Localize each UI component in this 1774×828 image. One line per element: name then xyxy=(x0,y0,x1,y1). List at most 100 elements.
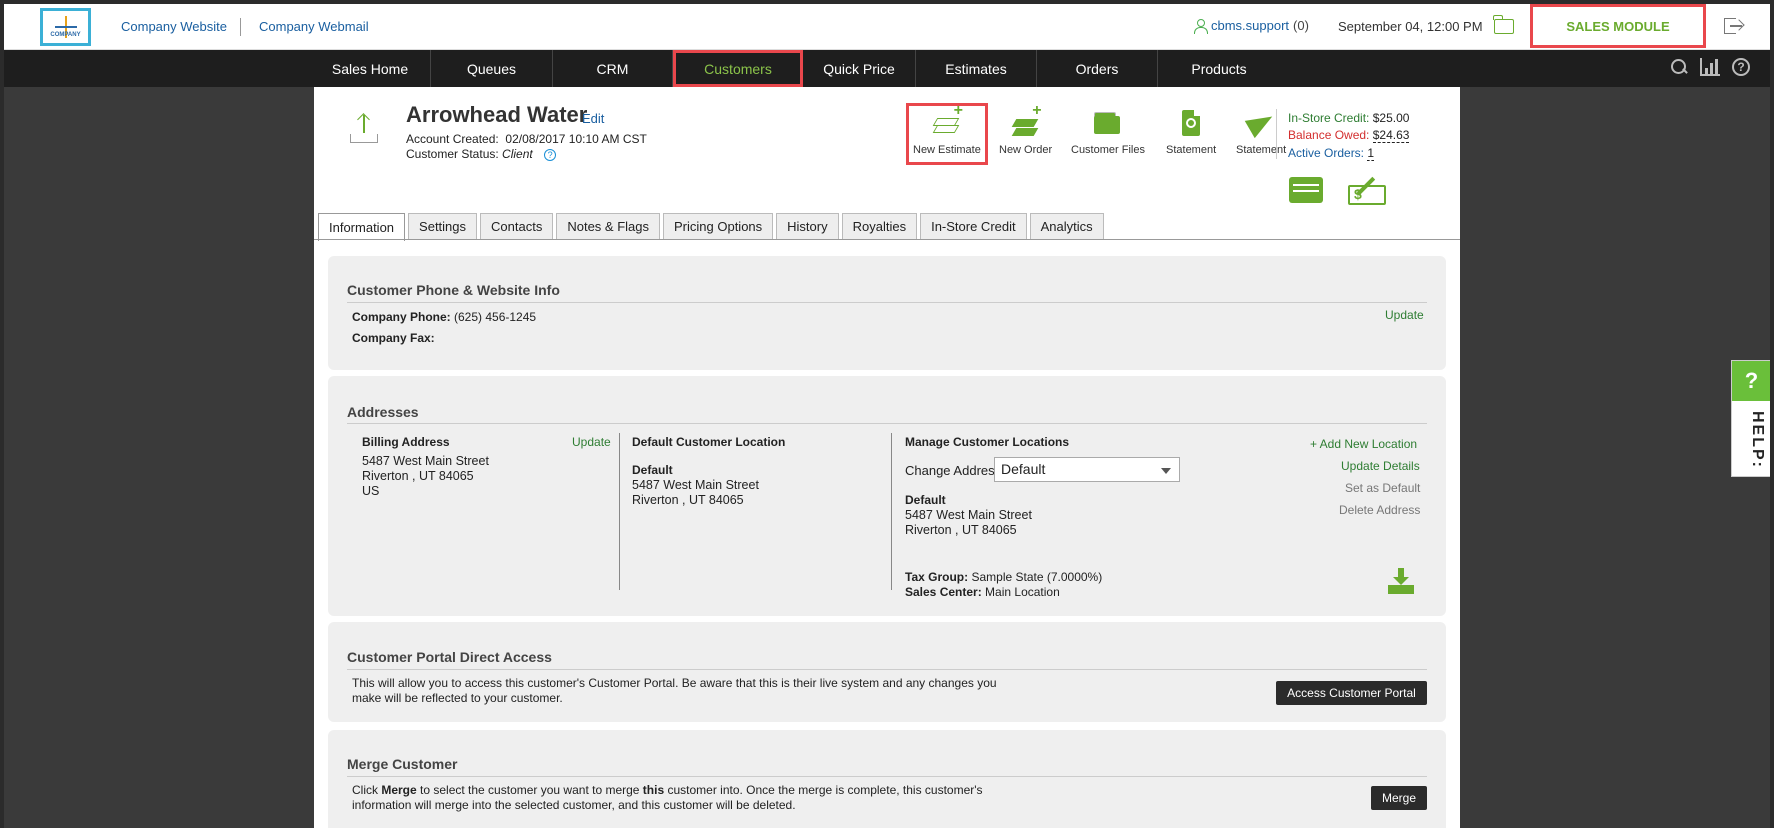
new-order-icon xyxy=(1011,102,1042,138)
customer-status-value: Client xyxy=(502,147,533,161)
change-address-select[interactable]: Default xyxy=(994,457,1180,482)
portal-text-line-1: This will allow you to access this custo… xyxy=(352,676,997,690)
manage-location-name: Default xyxy=(905,493,946,507)
instore-credit-label: In-Store Credit: xyxy=(1288,111,1370,125)
nav-crm[interactable]: CRM xyxy=(553,50,673,87)
billing-line-2: Riverton , UT 84065 xyxy=(362,469,474,483)
merge-customer-panel: Merge Customer Click Merge to select the… xyxy=(328,730,1446,828)
notification-count: (0) xyxy=(1293,18,1309,33)
customer-page: Arrowhead Water Edit Account Created: 02… xyxy=(314,87,1460,828)
info-icon[interactable]: ? xyxy=(544,148,557,161)
new-estimate-label: New Estimate xyxy=(913,144,981,156)
default-line-1: 5487 West Main Street xyxy=(632,478,759,492)
logout-icon[interactable] xyxy=(1724,18,1744,36)
new-order-label: New Order xyxy=(999,144,1053,156)
statement-pdf-button[interactable]: Statement xyxy=(1166,110,1216,156)
help-question-icon: ? xyxy=(1732,361,1770,401)
new-estimate-icon xyxy=(932,102,963,138)
user-menu[interactable]: cbms.support (0) xyxy=(1193,18,1309,34)
addresses-panel: Addresses Billing Address Update 5487 We… xyxy=(328,376,1446,616)
statement-send-label: Statement xyxy=(1236,144,1287,156)
company-fax-label: Company Fax: xyxy=(352,331,435,345)
tab-royalties[interactable]: Royalties xyxy=(841,213,918,239)
access-customer-portal-button[interactable]: Access Customer Portal xyxy=(1276,681,1427,705)
company-phone: Company Phone: (625) 456-1245 xyxy=(352,310,536,325)
top-bar: COMPANY Company Website Company Webmail … xyxy=(4,4,1770,50)
merge-button[interactable]: Merge xyxy=(1371,786,1427,810)
merge-text-line-2: information will merge into the selected… xyxy=(352,798,796,812)
instore-credit: In-Store Credit: $25.00 xyxy=(1288,111,1409,125)
customer-files-button[interactable]: Customer Files xyxy=(1071,110,1145,156)
nav-products[interactable]: Products xyxy=(1158,50,1280,87)
tax-group-label: Tax Group: xyxy=(905,570,969,584)
nav-quick-price[interactable]: Quick Price xyxy=(803,50,916,87)
company-webmail-link[interactable]: Company Webmail xyxy=(259,19,369,34)
set-default-link[interactable]: Set as Default xyxy=(1345,481,1420,495)
user-icon xyxy=(1193,18,1208,34)
manage-locations-title: Manage Customer Locations xyxy=(905,435,1070,449)
customer-name: Arrowhead Water xyxy=(406,102,588,127)
company-logo[interactable]: COMPANY xyxy=(40,8,91,46)
account-created: Account Created: 02/08/2017 10:10 AM CST xyxy=(406,132,647,146)
credit-card-icon[interactable] xyxy=(1289,177,1323,203)
company-website-link[interactable]: Company Website xyxy=(121,19,227,34)
analytics-chart-icon[interactable] xyxy=(1700,58,1720,76)
upload-icon[interactable] xyxy=(350,113,378,143)
username: cbms.support xyxy=(1211,18,1290,33)
divider xyxy=(347,302,1427,303)
update-details-link[interactable]: Update Details xyxy=(1341,459,1420,473)
default-line-2: Riverton , UT 84065 xyxy=(632,493,744,507)
billing-line-1: 5487 West Main Street xyxy=(362,454,489,468)
statement-send-button[interactable]: Statement xyxy=(1236,107,1287,156)
manage-line-1: 5487 West Main Street xyxy=(905,508,1032,522)
nav-customers[interactable]: Customers xyxy=(673,50,803,87)
folder-icon[interactable] xyxy=(1493,15,1514,34)
account-created-value: 02/08/2017 10:10 AM CST xyxy=(505,132,647,146)
new-estimate-button[interactable]: New Estimate xyxy=(906,102,988,165)
panel-title: Merge Customer xyxy=(347,756,458,772)
help-circle-icon[interactable]: ? xyxy=(1732,58,1750,76)
new-order-button[interactable]: New Order xyxy=(999,102,1053,156)
instore-credit-value: $25.00 xyxy=(1372,111,1410,125)
active-orders-label: Active Orders: xyxy=(1288,146,1365,160)
change-address-value: Default xyxy=(1001,461,1046,477)
balance-owed-value[interactable]: $24.63 xyxy=(1372,128,1410,143)
nav-sales-home[interactable]: Sales Home xyxy=(310,50,431,87)
active-orders-value[interactable]: 1 xyxy=(1367,146,1375,161)
tab-pricing-options[interactable]: Pricing Options xyxy=(663,213,774,239)
nav-queues[interactable]: Queues xyxy=(431,50,553,87)
tab-notes-flags[interactable]: Notes & Flags xyxy=(556,213,660,239)
customer-files-label: Customer Files xyxy=(1071,144,1145,156)
tab-analytics[interactable]: Analytics xyxy=(1029,213,1104,239)
divider xyxy=(347,669,1427,670)
tab-information[interactable]: Information xyxy=(318,213,406,241)
sales-center-label: Sales Center: xyxy=(905,585,982,599)
default-location-name: Default xyxy=(632,463,673,477)
divider xyxy=(891,433,892,590)
update-phone-link[interactable]: Update xyxy=(1385,308,1424,322)
sales-module-button[interactable]: SALES MODULE xyxy=(1530,4,1706,48)
customer-portal-panel: Customer Portal Direct Access This will … xyxy=(328,622,1446,722)
help-widget[interactable]: ? HELP: xyxy=(1731,360,1770,477)
edit-customer-link[interactable]: Edit xyxy=(582,111,604,126)
tab-history[interactable]: History xyxy=(776,213,839,239)
company-phone-value: (625) 456-1245 xyxy=(454,310,537,324)
update-billing-link[interactable]: Update xyxy=(572,435,611,449)
tab-contacts[interactable]: Contacts xyxy=(480,213,554,239)
payment-icon[interactable]: $ xyxy=(1348,175,1386,205)
logo-text: COMPANY xyxy=(50,32,81,38)
delete-address-link[interactable]: Delete Address xyxy=(1339,503,1420,517)
manage-location-lines: 5487 West Main Street Riverton , UT 8406… xyxy=(905,508,1032,538)
download-icon[interactable] xyxy=(1388,568,1414,594)
balance-owed-label: Balance Owed: xyxy=(1288,128,1370,142)
main-nav: Sales Home Queues CRM Customers Quick Pr… xyxy=(4,50,1770,87)
nav-estimates[interactable]: Estimates xyxy=(916,50,1037,87)
current-datetime: September 04, 12:00 PM xyxy=(1338,19,1483,34)
nav-orders[interactable]: Orders xyxy=(1037,50,1158,87)
tab-settings[interactable]: Settings xyxy=(408,213,478,239)
search-icon[interactable] xyxy=(1670,58,1688,76)
tab-instore-credit[interactable]: In-Store Credit xyxy=(920,213,1027,239)
add-location-link[interactable]: + Add New Location xyxy=(1310,437,1417,451)
sales-center-value: Main Location xyxy=(985,585,1060,599)
statement-pdf-label: Statement xyxy=(1166,144,1217,156)
